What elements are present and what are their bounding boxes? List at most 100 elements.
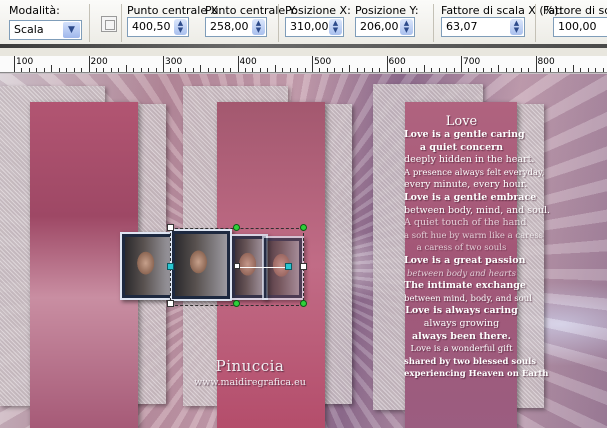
poem-line: Love is a gentle caring bbox=[404, 129, 525, 140]
poem-line: Love is a great passion bbox=[404, 254, 526, 266]
ruler-tick bbox=[267, 68, 269, 72]
ruler-tick bbox=[587, 68, 589, 72]
ruler-tick bbox=[43, 68, 45, 72]
ruler-label: 200 bbox=[90, 57, 108, 67]
ruler-tick bbox=[163, 56, 164, 72]
ruler-tick bbox=[185, 68, 187, 72]
ruler-gap bbox=[0, 48, 607, 56]
signature-watermark: Pinuccia www.maidiregrafica.eu bbox=[180, 357, 320, 388]
ruler-tick bbox=[386, 56, 388, 72]
ruler-tick bbox=[408, 68, 410, 72]
ruler-tick bbox=[28, 68, 30, 72]
center-x-input[interactable]: 400,50 ▲ ▼ bbox=[127, 17, 189, 37]
center-x-value: 400,50 bbox=[132, 20, 171, 33]
top-center-handle[interactable] bbox=[233, 224, 240, 231]
ruler-tick bbox=[66, 68, 68, 72]
ruler-tick bbox=[297, 68, 299, 72]
scale-y-value: 100,00 bbox=[558, 20, 597, 33]
mode-select[interactable]: Scala ▼ bbox=[9, 20, 82, 40]
ruler-tick bbox=[341, 68, 343, 72]
ruler-tick bbox=[535, 56, 537, 72]
ruler-tick bbox=[349, 65, 351, 72]
reset-transform-icon[interactable] bbox=[101, 16, 117, 32]
image-canvas[interactable]: Love Love is a gentle caring a quiet con… bbox=[0, 74, 607, 428]
middle-right-handle[interactable] bbox=[300, 263, 307, 270]
ruler-label: 800 bbox=[537, 57, 555, 67]
poem-line: A quiet touch of the hand bbox=[404, 217, 527, 229]
ruler-label: 700 bbox=[463, 57, 481, 67]
ruler-tick bbox=[461, 56, 462, 72]
poem-text: Love Love is a gentle caring a quiet con… bbox=[404, 114, 550, 381]
poem-line: The intimate exchange bbox=[404, 280, 526, 292]
signature-url: www.maidiregrafica.eu bbox=[194, 377, 306, 388]
poem-line: deeply hidden in the heart. bbox=[404, 154, 535, 166]
ruler-label: 500 bbox=[314, 57, 332, 67]
ruler-tick bbox=[423, 65, 425, 72]
ruler-tick bbox=[513, 68, 515, 72]
ruler-tick bbox=[274, 65, 276, 72]
ruler-tick bbox=[222, 68, 224, 72]
position-x-spinner[interactable]: ▲ ▼ bbox=[329, 19, 342, 35]
ruler-tick bbox=[557, 68, 559, 72]
position-x-label: Posizione X: bbox=[285, 4, 351, 17]
ruler-tick bbox=[133, 68, 135, 72]
ruler-tick bbox=[319, 68, 321, 72]
middle-left-handle[interactable] bbox=[167, 263, 174, 270]
ruler-tick bbox=[125, 65, 127, 72]
scale-x-value: 63,07 bbox=[446, 20, 478, 33]
ruler-tick bbox=[14, 56, 15, 72]
scale-x-spinner[interactable]: ▲ ▼ bbox=[510, 19, 523, 35]
ruler-tick bbox=[468, 68, 470, 72]
ruler-tick bbox=[95, 68, 97, 72]
ruler-tick bbox=[393, 68, 395, 72]
ruler-tick bbox=[475, 68, 477, 72]
ruler-tick bbox=[550, 68, 552, 72]
poem-line: Love is always caring bbox=[405, 305, 518, 317]
center-y-spinner[interactable]: ▲ ▼ bbox=[252, 19, 265, 35]
top-right-handle[interactable] bbox=[300, 224, 307, 231]
poem-line: between mind, body, and soul bbox=[404, 293, 532, 304]
ruler-tick bbox=[110, 68, 112, 72]
rotation-handle[interactable] bbox=[285, 263, 292, 270]
ruler-tick bbox=[565, 68, 567, 72]
ruler-tick bbox=[595, 68, 597, 72]
separator bbox=[278, 4, 279, 42]
scale-y-input[interactable]: 100,00 bbox=[553, 17, 607, 37]
ruler-tick bbox=[379, 68, 381, 72]
ruler-tick bbox=[252, 68, 254, 72]
bottom-left-handle[interactable] bbox=[167, 300, 174, 307]
ruler-tick bbox=[542, 68, 544, 72]
mode-label: Modalità: bbox=[9, 4, 60, 17]
ruler-tick bbox=[259, 68, 261, 72]
center-x-spinner[interactable]: ▲ ▼ bbox=[174, 19, 187, 35]
ruler-tick bbox=[602, 68, 604, 72]
bottom-right-handle[interactable] bbox=[300, 300, 307, 307]
position-x-value: 310,00 bbox=[290, 20, 329, 33]
separator bbox=[535, 4, 536, 42]
position-y-value: 206,00 bbox=[360, 20, 399, 33]
ruler-tick bbox=[416, 68, 418, 72]
position-y-spinner[interactable]: ▲ ▼ bbox=[400, 19, 413, 35]
position-y-input[interactable]: 206,00 ▲ ▼ bbox=[355, 17, 415, 37]
center-y-input[interactable]: 258,00 ▲ ▼ bbox=[205, 17, 267, 37]
pivot-point-handle[interactable] bbox=[234, 263, 240, 269]
separator bbox=[433, 4, 434, 42]
poem-line: Love is a gentle embrace bbox=[404, 191, 537, 203]
scale-x-input[interactable]: 63,07 ▲ ▼ bbox=[441, 17, 525, 37]
ruler-tick bbox=[140, 68, 142, 72]
horizontal-ruler[interactable]: 100 200 300 400 500 600 700 800 bbox=[0, 56, 607, 73]
top-left-handle[interactable] bbox=[167, 224, 174, 231]
poem-line: shared by two blessed souls bbox=[404, 356, 537, 367]
ruler-tick bbox=[230, 68, 232, 72]
poem-line: a caress of two souls bbox=[416, 243, 507, 254]
chevron-down-icon[interactable]: ▼ bbox=[63, 22, 80, 38]
position-x-input[interactable]: 310,00 ▲ ▼ bbox=[285, 17, 344, 37]
ruler-tick bbox=[528, 68, 530, 72]
poem-line: Love is a wonderful gift bbox=[410, 344, 513, 355]
poem-line: a soft hue by warm like a caress bbox=[404, 230, 544, 241]
poem-line: every minute, every hour. bbox=[404, 179, 528, 191]
ruler-tick bbox=[215, 68, 217, 72]
bottom-center-handle[interactable] bbox=[233, 300, 240, 307]
ruler-tick bbox=[572, 65, 574, 72]
center-y-value: 258,00 bbox=[210, 20, 249, 33]
